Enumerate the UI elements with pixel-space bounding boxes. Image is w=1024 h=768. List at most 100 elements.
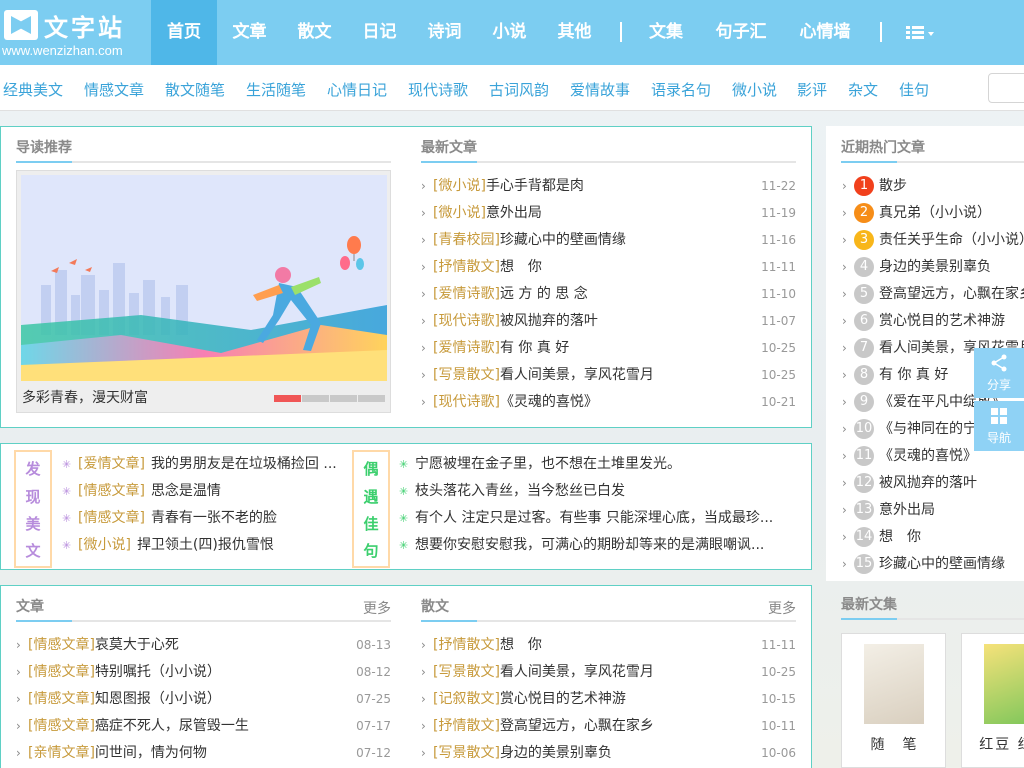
article-row[interactable]: › [情感文章]哀莫大于心死 08-13 [16, 632, 391, 659]
hot-row[interactable]: › 8 有 你 真 好 [842, 362, 948, 389]
row-category[interactable]: [微小说] [78, 537, 131, 553]
row-title[interactable]: 散步 [879, 178, 907, 194]
latest-row[interactable]: › [青春校园]珍藏心中的壁画情缘 11-16 [421, 227, 796, 254]
quote-text[interactable]: 有个人 注定只是过客。有些事 只能深埋心底，当成最珍... [415, 510, 773, 526]
latest-row[interactable]: › [现代诗歌]《灵魂的喜悦》 10-21 [421, 389, 796, 416]
row-category[interactable]: [写景散文] [433, 367, 500, 383]
featured-slider[interactable]: 多彩青春，漫天财富 [16, 170, 391, 413]
row-title[interactable]: 我的男朋友是在垃圾桶捡回 ... [151, 456, 337, 472]
nav-articles[interactable]: 文章 [217, 0, 282, 65]
category-link[interactable]: 影评 [797, 79, 827, 100]
prose-row[interactable]: › [抒情散文]想 你 11-11 [421, 632, 796, 659]
row-title[interactable]: 看人间美景，享风花雪月 [500, 664, 654, 680]
article-row[interactable]: › [情感文章]知恩图报（小小说） 07-25 [16, 686, 391, 713]
category-link[interactable]: 古词风韵 [489, 79, 549, 100]
quote-text[interactable]: 枝头落花入青丝，当今愁丝已白发 [415, 483, 625, 499]
category-link[interactable]: 生活随笔 [246, 79, 306, 100]
hot-row[interactable]: › 4 身边的美景别辜负 [842, 254, 991, 281]
slider-dot[interactable] [274, 395, 301, 402]
row-title[interactable]: 被风抛弃的落叶 [879, 475, 977, 491]
row-title[interactable]: 意外出局 [879, 502, 935, 518]
row-title[interactable]: 看人间美景，享风花雪月 [500, 367, 654, 383]
row-title[interactable]: 真兄弟（小小说） [879, 205, 991, 221]
hot-row[interactable]: › 14 想 你 [842, 524, 921, 551]
hot-row[interactable]: › 12 被风抛弃的落叶 [842, 470, 977, 497]
slider-dot[interactable] [330, 395, 357, 402]
nav-button[interactable]: 导航 [974, 401, 1024, 451]
nav-poetry[interactable]: 诗词 [412, 0, 477, 65]
site-logo[interactable]: 文字站 www.wenzizhan.com [0, 0, 151, 65]
row-title[interactable]: 有 你 真 好 [879, 367, 948, 383]
category-link[interactable]: 杂文 [848, 79, 878, 100]
latest-row[interactable]: › [爱情诗歌]有 你 真 好 10-25 [421, 335, 796, 362]
row-title[interactable]: 被风抛弃的落叶 [500, 313, 598, 329]
hot-row[interactable]: › 1 散步 [842, 173, 907, 200]
row-title[interactable]: 赏心悦目的艺术神游 [500, 691, 626, 707]
row-title[interactable]: 特别嘱托（小小说） [95, 664, 221, 680]
article-row[interactable]: › [情感文章]癌症不死人，尿管毁一生 07-17 [16, 713, 391, 740]
row-title[interactable]: 知恩图报（小小说） [95, 691, 221, 707]
row-category[interactable]: [青春校园] [433, 232, 500, 248]
category-link[interactable]: 爱情故事 [570, 79, 630, 100]
prose-row[interactable]: › [抒情散文]登高望远方，心飘在家乡 10-11 [421, 713, 796, 740]
nav-diary[interactable]: 日记 [347, 0, 412, 65]
nav-novel[interactable]: 小说 [477, 0, 542, 65]
row-category[interactable]: [爱情文章] [78, 456, 145, 472]
hot-row[interactable]: › 11 《灵魂的喜悦》 [842, 443, 977, 470]
row-category[interactable]: [写景散文] [433, 745, 500, 761]
category-link[interactable]: 散文随笔 [165, 79, 225, 100]
category-link[interactable]: 现代诗歌 [408, 79, 468, 100]
prose-row[interactable]: › [写景散文]看人间美景，享风花雪月 10-25 [421, 659, 796, 686]
row-title[interactable]: 思念是温情 [151, 483, 221, 499]
share-button[interactable]: 分享 [974, 348, 1024, 398]
slider-dot[interactable] [302, 395, 329, 402]
quote-row[interactable]: ✳ 有个人 注定只是过客。有些事 只能深埋心底，当成最珍... [399, 505, 804, 532]
latest-row[interactable]: › [爱情诗歌]远 方 的 思 念 11-10 [421, 281, 796, 308]
row-title[interactable]: 《灵魂的喜悦》 [500, 394, 598, 410]
row-category[interactable]: [微小说] [433, 178, 486, 194]
row-category[interactable]: [情感文章] [28, 637, 95, 653]
row-title[interactable]: 有 你 真 好 [500, 340, 569, 356]
row-category[interactable]: [抒情散文] [433, 718, 500, 734]
row-category[interactable]: [情感文章] [78, 483, 145, 499]
discover-row[interactable]: ✳ [情感文章] 思念是温情 [62, 478, 342, 505]
row-title[interactable]: 手心手背都是肉 [486, 178, 584, 194]
row-title[interactable]: 捍卫领土(四)报仇雪恨 [137, 537, 274, 553]
row-title[interactable]: 远 方 的 思 念 [500, 286, 588, 302]
nav-sentences[interactable]: 句子汇 [706, 0, 776, 65]
row-category[interactable]: [记叙散文] [433, 691, 500, 707]
row-title[interactable]: 《灵魂的喜悦》 [879, 448, 977, 464]
prose-row[interactable]: › [记叙散文]赏心悦目的艺术神游 10-15 [421, 686, 796, 713]
quote-row[interactable]: ✳ 宁愿被埋在金子里，也不想在土堆里发光。 [399, 451, 804, 478]
row-title[interactable]: 身边的美景别辜负 [500, 745, 612, 761]
row-category[interactable]: [写景散文] [433, 664, 500, 680]
latest-row[interactable]: › [微小说]意外出局 11-19 [421, 200, 796, 227]
row-title[interactable]: 青春有一张不老的脸 [151, 510, 277, 526]
row-title[interactable]: 意外出局 [486, 205, 542, 221]
category-link[interactable]: 情感文章 [84, 79, 144, 100]
nav-mood-wall[interactable]: 心情墙 [788, 0, 862, 65]
nav-prose[interactable]: 散文 [282, 0, 347, 65]
nav-other[interactable]: 其他 [542, 0, 607, 65]
category-link[interactable]: 经典美文 [3, 79, 63, 100]
hot-row[interactable]: › 13 意外出局 [842, 497, 935, 524]
category-link[interactable]: 佳句 [899, 79, 929, 100]
discover-row[interactable]: ✳ [情感文章] 青春有一张不老的脸 [62, 505, 342, 532]
hot-row[interactable]: › 6 赏心悦目的艺术神游 [842, 308, 1005, 335]
row-category[interactable]: [抒情散文] [433, 637, 500, 653]
row-category[interactable]: [现代诗歌] [433, 313, 500, 329]
article-row[interactable]: › [亲情文章]问世间，情为何物 07-12 [16, 740, 391, 767]
collection-card[interactable]: 随 笔 [841, 633, 946, 768]
latest-row[interactable]: › [写景散文]看人间美景，享风花雪月 10-25 [421, 362, 796, 389]
latest-row[interactable]: › [微小说]手心手背都是肉 11-22 [421, 173, 796, 200]
row-title[interactable]: 想 你 [879, 529, 921, 545]
articles-more-link[interactable]: 更多 [363, 598, 391, 618]
hot-row[interactable]: › 2 真兄弟（小小说） [842, 200, 991, 227]
row-title[interactable]: 癌症不死人，尿管毁一生 [95, 718, 249, 734]
row-title[interactable]: 身边的美景别辜负 [879, 259, 991, 275]
prose-more-link[interactable]: 更多 [768, 598, 796, 618]
slider-dot[interactable] [358, 395, 385, 402]
row-title[interactable]: 想 你 [500, 259, 542, 275]
hot-row[interactable]: › 15 珍藏心中的壁画情缘 [842, 551, 1005, 578]
row-title[interactable]: 哀莫大于心死 [95, 637, 179, 653]
